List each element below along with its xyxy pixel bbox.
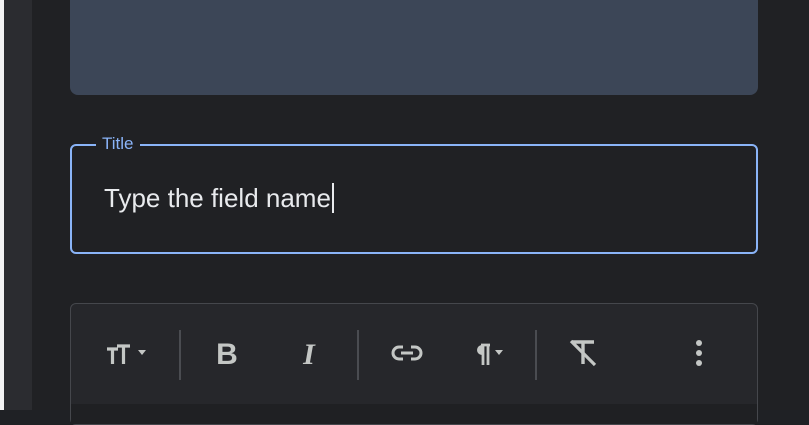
more-vert-icon [695, 339, 703, 372]
paragraph-style-button[interactable] [463, 332, 513, 378]
text-caret [331, 183, 334, 213]
paragraph-icon [473, 343, 503, 367]
italic-icon: I [303, 338, 315, 371]
editor-body[interactable] [71, 404, 757, 424]
bold-button[interactable]: B [207, 332, 247, 378]
bold-icon: B [216, 338, 238, 371]
clear-formatting-icon [566, 338, 600, 373]
link-icon [391, 344, 423, 367]
toolbar-divider [357, 330, 359, 380]
toolbar-divider [535, 330, 537, 380]
title-field[interactable]: Title Type the field name [70, 134, 758, 254]
header-image-placeholder[interactable] [70, 0, 758, 95]
rich-text-editor[interactable]: B I [70, 303, 758, 425]
italic-button[interactable]: I [289, 332, 329, 378]
side-rail [4, 0, 32, 410]
text-size-button[interactable] [101, 332, 151, 378]
toolbar-divider [179, 330, 181, 380]
insert-link-button[interactable] [383, 332, 431, 378]
text-size-icon [106, 344, 146, 366]
title-label: Title [96, 134, 140, 154]
title-input-value: Type the field name [104, 183, 331, 213]
formatting-toolbar: B I [71, 304, 757, 404]
more-options-button[interactable] [681, 332, 717, 378]
title-input[interactable]: Type the field name [104, 182, 334, 214]
clear-formatting-button[interactable] [559, 332, 607, 378]
